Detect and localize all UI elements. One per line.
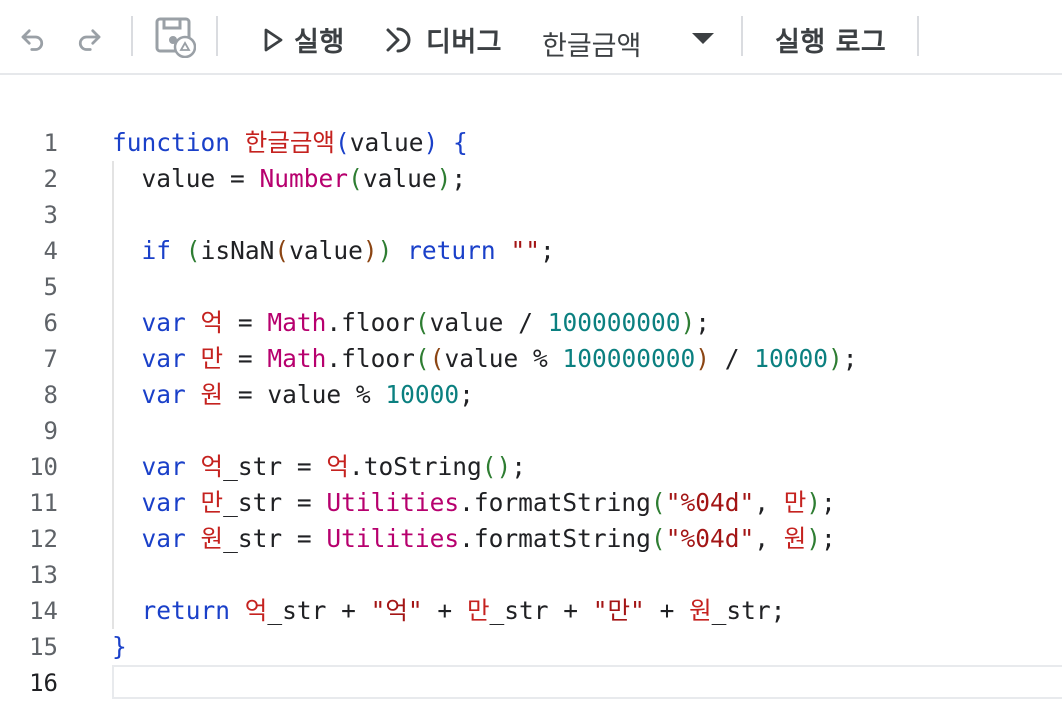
code-line[interactable]: var 원_str = Utilities.formatString("%04d…: [112, 521, 836, 557]
debug-label: 디버그: [426, 27, 503, 58]
play-icon: [262, 25, 286, 55]
undo-button[interactable]: [18, 22, 48, 52]
function-select-value: 한글금액: [542, 31, 642, 62]
execution-log-button[interactable]: 실행 로그: [775, 20, 886, 59]
line-number: 9: [43, 417, 58, 445]
line-number: 11: [29, 489, 58, 517]
current-line-highlight: [112, 665, 1062, 699]
code-line[interactable]: var 만_str = Utilities.formatString("%04d…: [112, 485, 836, 521]
function-select-dropdown[interactable]: [690, 30, 716, 46]
line-number: 4: [43, 237, 58, 265]
line-number: 1: [43, 129, 58, 157]
save-button[interactable]: [154, 16, 197, 59]
undo-icon: [18, 22, 48, 52]
line-number: 13: [29, 561, 58, 589]
code-editor[interactable]: 1 2 3 4 5 6 7 8 9 10 11 12 13 14 15 16 f…: [0, 77, 1062, 716]
line-number: 15: [29, 633, 58, 661]
editor-toolbar: 실행 디버그 한글금액 실행 로그: [0, 0, 1062, 75]
code-line[interactable]: var 원 = value % 10000;: [112, 377, 474, 413]
code-line[interactable]: value = Number(value);: [112, 161, 467, 197]
line-number: 3: [43, 201, 58, 229]
line-number: 6: [43, 309, 58, 337]
code-line[interactable]: var 억_str = 억.toString();: [112, 449, 526, 485]
line-number-active: 16: [29, 669, 58, 697]
debug-icon: [384, 24, 418, 56]
toolbar-divider: [131, 16, 133, 56]
code-line[interactable]: if (isNaN(value)) return "";: [112, 233, 555, 269]
code-line[interactable]: }: [112, 629, 127, 665]
debug-button[interactable]: 디버그: [384, 20, 502, 59]
execution-log-label: 실행 로그: [775, 27, 887, 58]
toolbar-divider: [216, 16, 218, 56]
run-label: 실행: [294, 27, 345, 58]
code-line[interactable]: function 한글금액(value) {: [112, 125, 468, 161]
run-button[interactable]: 실행: [262, 20, 345, 59]
line-number: 14: [29, 597, 58, 625]
line-number: 12: [29, 525, 58, 553]
save-drive-icon: [154, 16, 197, 59]
toolbar-divider: [917, 16, 919, 56]
code-line[interactable]: var 만 = Math.floor((value % 100000000) /…: [112, 341, 858, 377]
line-number: 8: [43, 381, 58, 409]
line-number: 2: [43, 165, 58, 193]
line-number: 7: [43, 345, 58, 373]
caret-down-icon: [690, 30, 716, 46]
code-line[interactable]: return 억_str + "억" + 만_str + "만" + 원_str…: [112, 593, 786, 629]
line-number: 10: [29, 453, 58, 481]
function-select[interactable]: 한글금액: [542, 24, 641, 63]
toolbar-divider: [741, 16, 743, 56]
redo-button[interactable]: [74, 22, 104, 52]
code-line[interactable]: var 억 = Math.floor(value / 100000000);: [112, 305, 710, 341]
redo-icon: [74, 22, 104, 52]
line-number: 5: [43, 273, 58, 301]
